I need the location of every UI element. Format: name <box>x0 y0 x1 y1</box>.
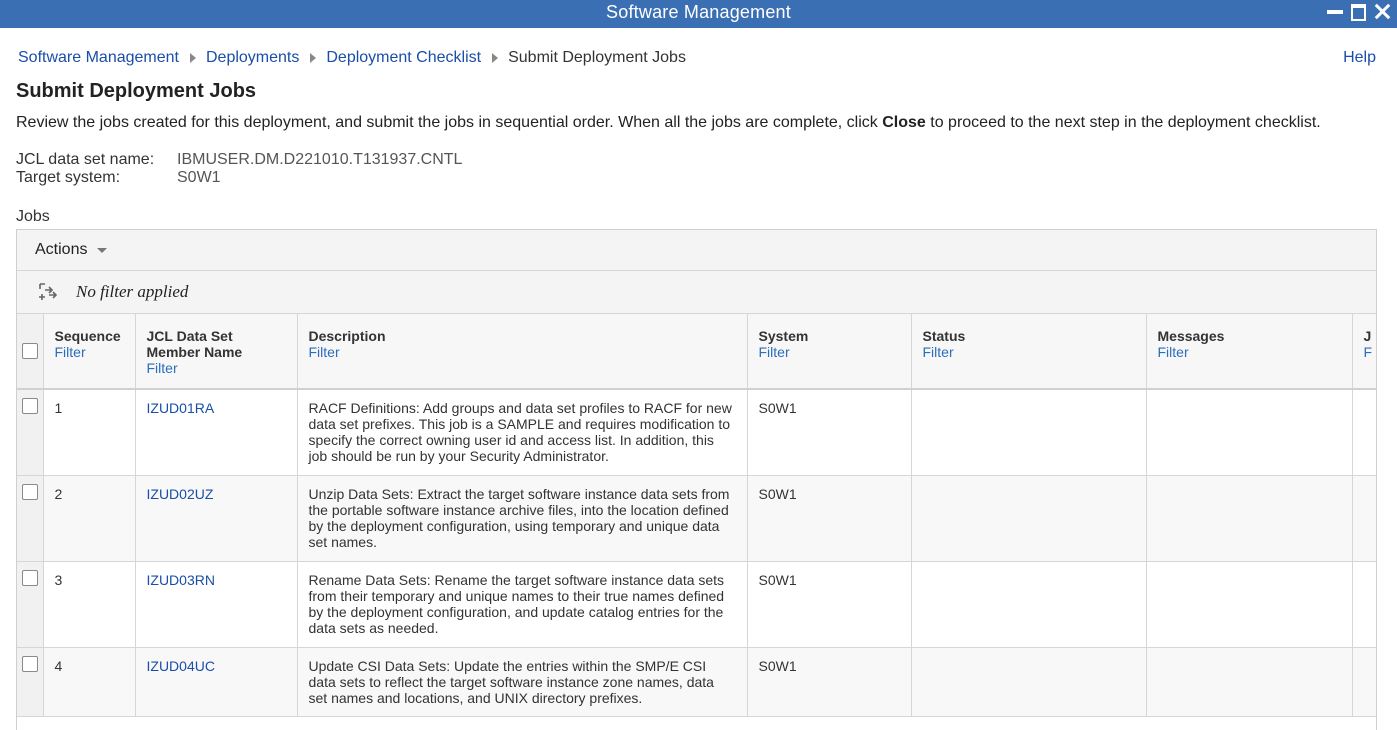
member-name-link[interactable]: IZUD04UC <box>147 658 215 674</box>
breadcrumb-current: Submit Deployment Jobs <box>508 49 686 66</box>
actions-label: Actions <box>35 241 88 258</box>
sequence-cell: 1 <box>54 400 63 416</box>
row-checkbox[interactable] <box>22 398 38 414</box>
chevron-right-icon <box>492 53 499 63</box>
caret-down-icon <box>97 247 108 253</box>
description-cell: Update CSI Data Sets: Update the entries… <box>308 658 714 706</box>
system-cell: S0W1 <box>758 486 797 502</box>
filter-link-sequence[interactable]: Filter <box>55 344 125 360</box>
breadcrumb: Software Management Deployments Deployme… <box>18 49 686 67</box>
description-cell: Unzip Data Sets: Extract the target soft… <box>308 486 730 550</box>
column-header-description[interactable]: Description Filter <box>297 314 748 390</box>
filter-link-status[interactable]: Filter <box>923 344 1136 360</box>
jobs-table: Sequence Filter JCL Data Set Member Name F… <box>17 314 1377 717</box>
member-name-link[interactable]: IZUD03RN <box>147 572 215 588</box>
filter-link-truncated[interactable]: F <box>1364 344 1377 360</box>
select-all-cell <box>17 314 44 390</box>
intro-close-emphasis: Close <box>882 114 926 131</box>
chevron-right-icon <box>310 53 317 63</box>
table-row[interactable]: 4 IZUD04UC Update CSI Data Sets: Update … <box>17 647 1376 717</box>
system-cell: S0W1 <box>758 400 797 416</box>
target-system-label: Target system: <box>16 169 121 186</box>
column-header-messages[interactable]: Messages Filter <box>1146 314 1353 390</box>
table-row[interactable]: 3 IZUD03RN Rename Data Sets: Rename the … <box>17 561 1376 648</box>
jobs-section-label: Jobs <box>16 208 50 225</box>
sequence-cell: 4 <box>54 658 63 674</box>
member-name-link[interactable]: IZUD01RA <box>147 400 215 416</box>
filter-toolbar: No filter applied <box>17 271 1376 314</box>
column-header-status[interactable]: Status Filter <box>911 314 1147 390</box>
filter-clear-icon[interactable] <box>37 281 59 303</box>
messages-cell <box>1147 648 1352 658</box>
member-name-link[interactable]: IZUD02UZ <box>147 486 214 502</box>
title-bar: Software Management <box>0 0 1397 28</box>
description-cell: Rename Data Sets: Rename the target soft… <box>308 572 725 636</box>
messages-cell <box>1147 476 1352 486</box>
system-cell: S0W1 <box>758 572 797 588</box>
filter-link-member-name[interactable]: Filter <box>147 360 287 376</box>
status-cell <box>912 390 1146 400</box>
window-title: Software Management <box>606 2 791 22</box>
breadcrumb-deployments[interactable]: Deployments <box>206 49 299 67</box>
status-cell <box>912 476 1146 486</box>
page-title: Submit Deployment Jobs <box>16 80 257 102</box>
column-header-member-name[interactable]: JCL Data Set Member Name Filter <box>135 314 298 390</box>
row-checkbox[interactable] <box>22 484 38 500</box>
maximize-icon[interactable] <box>1349 0 1371 24</box>
deployment-properties: JCL data set name: IBMUSER.DM.D221010.T1… <box>16 151 462 187</box>
column-header-system[interactable]: System Filter <box>747 314 912 390</box>
table-header-row: Sequence Filter JCL Data Set Member Name F… <box>17 314 1377 390</box>
system-cell: S0W1 <box>758 658 797 674</box>
row-checkbox[interactable] <box>22 570 38 586</box>
jcl-data-set-label: JCL data set name: <box>16 151 155 168</box>
actions-toolbar: Actions <box>17 230 1376 271</box>
messages-cell <box>1147 390 1352 400</box>
filter-link-system[interactable]: Filter <box>759 344 901 360</box>
table-row[interactable]: 2 IZUD02UZ Unzip Data Sets: Extract the … <box>17 475 1376 562</box>
filter-link-description[interactable]: Filter <box>309 344 737 360</box>
filter-link-messages[interactable]: Filter <box>1158 344 1342 360</box>
help-link[interactable]: Help <box>1343 49 1376 67</box>
row-checkbox[interactable] <box>22 656 38 672</box>
page-intro: Review the jobs created for this deploym… <box>16 114 1321 132</box>
chevron-right-icon <box>189 53 196 63</box>
jobs-grid: Actions No filter applied Sequence Filter <box>16 229 1377 730</box>
description-cell: RACF Definitions: Add groups and data se… <box>308 400 732 464</box>
minimize-icon[interactable] <box>1325 0 1347 24</box>
actions-menu[interactable]: Actions <box>35 241 108 259</box>
target-system-value: S0W1 <box>177 169 221 186</box>
column-header-truncated[interactable]: JF <box>1352 314 1377 390</box>
select-all-checkbox[interactable] <box>22 343 38 359</box>
intro-text: Review the jobs created for this deploym… <box>16 114 883 131</box>
jcl-data-set-value: IBMUSER.DM.D221010.T131937.CNTL <box>177 151 463 168</box>
filter-status: No filter applied <box>76 282 189 301</box>
column-header-sequence[interactable]: Sequence Filter <box>43 314 136 390</box>
table-row[interactable]: 1 IZUD01RA RACF Definitions: Add groups … <box>17 389 1376 476</box>
intro-text-end: to proceed to the next step in the deplo… <box>925 114 1321 131</box>
messages-cell <box>1147 562 1352 572</box>
sequence-cell: 2 <box>54 486 63 502</box>
status-cell <box>912 648 1146 658</box>
sequence-cell: 3 <box>54 572 63 588</box>
close-icon[interactable] <box>1372 0 1394 24</box>
status-cell <box>912 562 1146 572</box>
breadcrumb-deployment-checklist[interactable]: Deployment Checklist <box>326 49 481 67</box>
breadcrumb-software-management[interactable]: Software Management <box>18 49 179 67</box>
